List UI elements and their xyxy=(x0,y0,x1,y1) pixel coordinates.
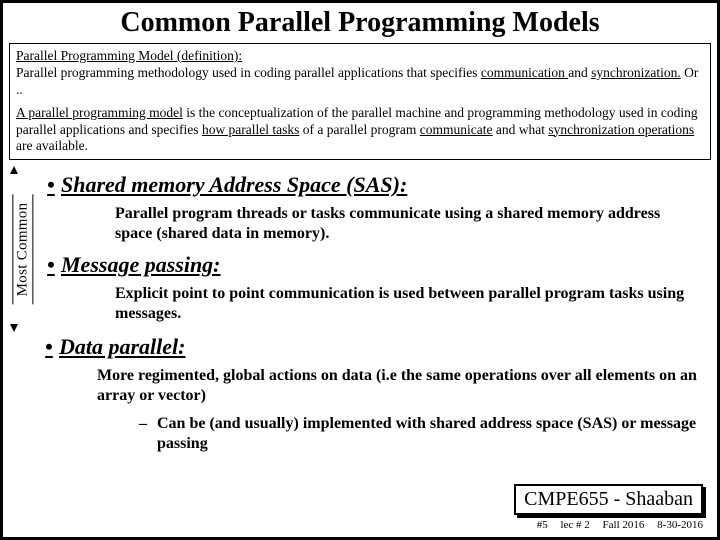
bullet-icon: • xyxy=(39,334,59,360)
bullet-dp-desc: More regimented, global actions on data … xyxy=(97,366,711,406)
bullet-sas: • Shared memory Address Space (SAS): xyxy=(41,172,711,198)
bullet-icon: • xyxy=(41,172,61,198)
most-common-bullets: • Shared memory Address Space (SAS): Par… xyxy=(37,166,711,332)
bullet-dp-sub-text: Can be (and usually) implemented with sh… xyxy=(157,414,701,454)
bullet-mp: • Message passing: xyxy=(41,252,711,278)
bullet-mp-desc: Explicit point to point communication is… xyxy=(115,284,711,324)
data-parallel-section: • Data parallel: More regimented, global… xyxy=(39,334,711,454)
bullet-sas-title: Shared memory Address Space (SAS): xyxy=(61,172,407,198)
dash-icon: – xyxy=(139,414,157,454)
definition-box: Parallel Programming Model (definition):… xyxy=(9,43,711,160)
most-common-label: Most Common xyxy=(13,194,34,304)
bullet-icon: • xyxy=(41,252,61,278)
most-common-sidebar: Most Common xyxy=(9,166,37,332)
definition-para-1: Parallel Programming Model (definition):… xyxy=(16,48,704,99)
footer-meta: #5 lec # 2 Fall 2016 8-30-2016 xyxy=(527,519,703,531)
slide-frame: Common Parallel Programming Models Paral… xyxy=(0,0,720,540)
footer-term: Fall 2016 xyxy=(603,519,645,531)
page-title: Common Parallel Programming Models xyxy=(9,7,711,39)
footer-lecture: lec # 2 xyxy=(560,519,589,531)
bullet-dp-title: Data parallel: xyxy=(59,334,186,360)
footer-course-box: CMPE655 - Shaaban xyxy=(514,484,703,515)
bullet-dp-sub: – Can be (and usually) implemented with … xyxy=(139,414,711,454)
footer-slide-number: #5 xyxy=(537,519,548,531)
bullet-dp: • Data parallel: xyxy=(39,334,711,360)
footer-date: 8-30-2016 xyxy=(657,519,703,531)
bullet-mp-title: Message passing: xyxy=(61,252,221,278)
bullet-sas-desc: Parallel program threads or tasks commun… xyxy=(115,204,711,244)
definition-heading: Parallel Programming Model (definition): xyxy=(16,48,242,63)
most-common-section: Most Common • Shared memory Address Spac… xyxy=(9,166,711,332)
definition-para-2: A parallel programming model is the conc… xyxy=(16,105,704,156)
